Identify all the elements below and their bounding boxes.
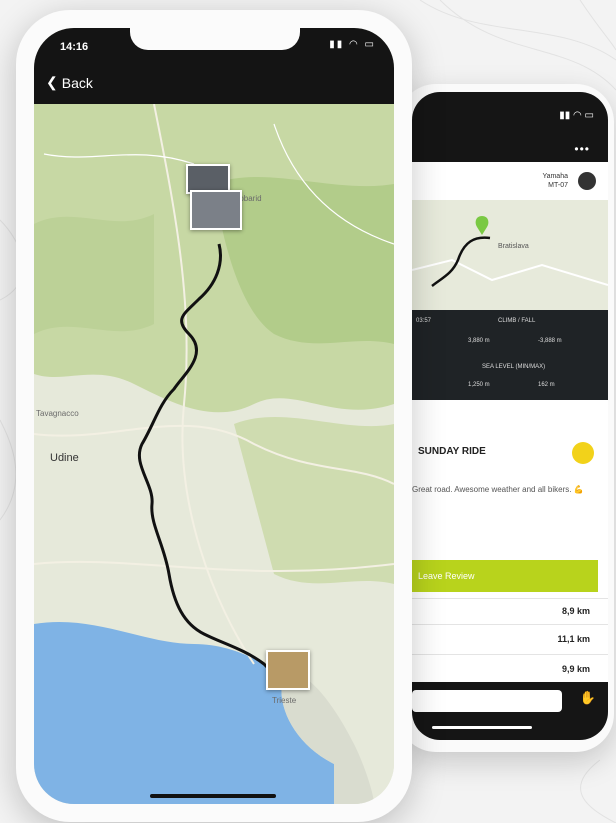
owner-name: Yamaha MT-07: [542, 172, 568, 190]
owner-vehicle-text: MT-07: [548, 182, 568, 189]
main-phone-screen: 14:16 ▮▮ ◠ ▭ ❮ Back Udine Trieste Tavagn…: [34, 28, 394, 804]
secondary-route-map[interactable]: Bratislava: [412, 200, 608, 310]
ride-title: SUNDAY RIDE: [418, 446, 486, 457]
segment-distance-3: 9,9 km: [561, 664, 590, 674]
secondary-header: ▮▮ ◠ ▭ •••: [412, 92, 608, 162]
ride-badge-icon: [572, 442, 594, 464]
secondary-route-svg: [412, 200, 608, 310]
back-label: Back: [61, 74, 93, 91]
stat-sea-header: SEA LEVEL (MIN/MAX): [482, 364, 546, 370]
stat-sea-max: 162 m: [538, 382, 555, 388]
leave-review-button[interactable]: Leave Review: [412, 560, 598, 592]
ride-owner[interactable]: Yamaha MT-07: [412, 166, 608, 194]
route-map[interactable]: Udine Trieste Tavagnacco Kobarid: [34, 103, 394, 804]
home-indicator: [150, 794, 276, 798]
segment-distance-2: 11,1 km: [557, 634, 590, 644]
map-label-udine: Udine: [50, 452, 79, 464]
map-label-trieste: Trieste: [272, 696, 297, 705]
photo-thumbnail-start[interactable]: [190, 190, 242, 230]
stat-sea-min: 1,250 m: [468, 382, 490, 388]
avatar[interactable]: [578, 172, 596, 190]
stat-climb-value: 3,880 m: [468, 338, 490, 344]
status-icons: ▮▮ ◠ ▭: [329, 39, 376, 50]
divider: [412, 598, 608, 599]
stat-climb-header: CLIMB / FALL: [498, 318, 536, 324]
segment-distance-1: 8,9 km: [561, 606, 590, 616]
home-indicator: [432, 726, 532, 729]
map-city-label: Bratislava: [498, 243, 529, 250]
secondary-phone-screen: ▮▮ ◠ ▭ ••• Yamaha MT-07 Bratislava 03:57…: [412, 92, 608, 740]
ride-description: Great road. Awesome weather and all bike…: [412, 485, 584, 494]
more-options-icon[interactable]: •••: [574, 142, 590, 156]
comment-bar: ✋: [412, 682, 608, 740]
owner-name-text: Yamaha: [542, 173, 568, 180]
main-header: 14:16 ▮▮ ◠ ▭ ❮ Back: [34, 28, 394, 104]
back-button[interactable]: ❮ Back: [46, 74, 93, 91]
secondary-status-icons: ▮▮ ◠ ▭: [559, 110, 594, 121]
status-time: 14:16: [60, 41, 89, 53]
divider: [412, 654, 608, 655]
stat-time: 03:57: [416, 318, 431, 324]
ride-stats-panel: 03:57 CLIMB / FALL 3,880 m -3,888 m SEA …: [412, 310, 608, 400]
divider: [412, 624, 608, 625]
ride-title-row: SUNDAY RIDE: [412, 440, 608, 470]
chevron-left-icon: ❮: [46, 74, 58, 90]
photo-thumbnail-end[interactable]: [266, 650, 310, 690]
phone-notch: [130, 28, 300, 50]
thumbs-up-icon[interactable]: ✋: [580, 690, 596, 706]
map-label-tavagnacco: Tavagnacco: [36, 409, 79, 418]
comment-input[interactable]: [412, 690, 562, 712]
stat-time-value: 03:57: [416, 318, 432, 324]
stat-fall-value: -3,888 m: [538, 338, 562, 344]
